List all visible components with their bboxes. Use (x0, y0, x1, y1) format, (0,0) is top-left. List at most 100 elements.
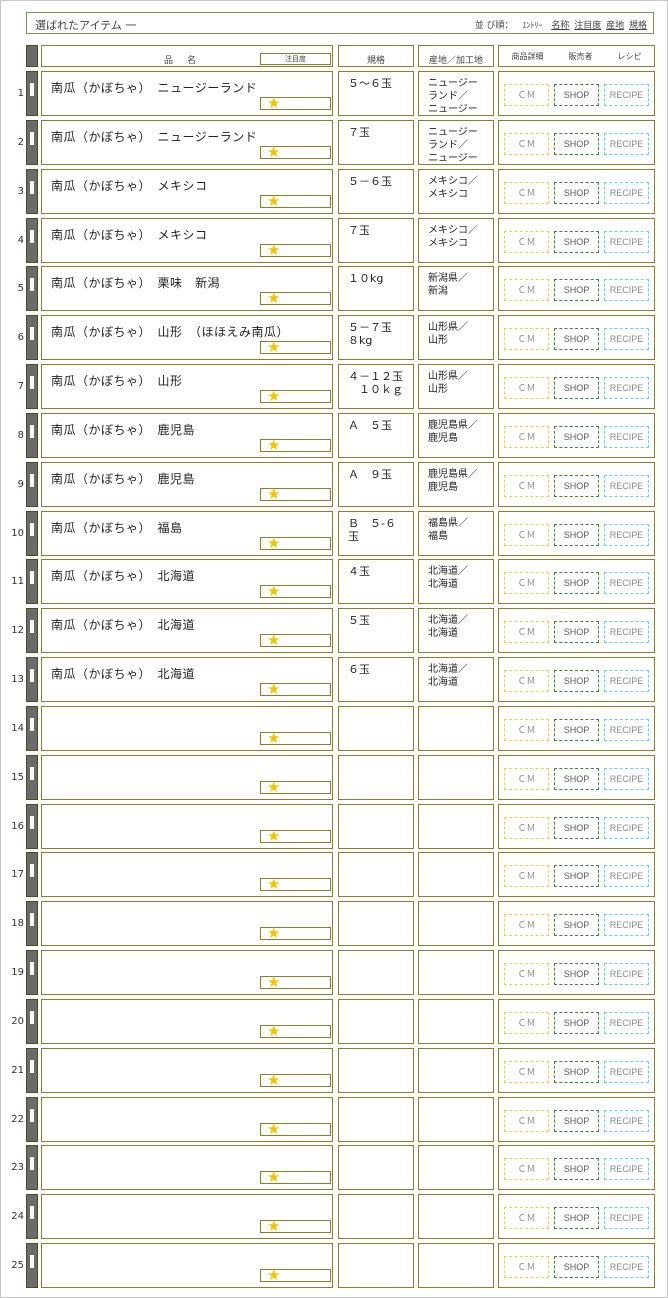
recipe-button[interactable]: RECIPE (604, 133, 649, 155)
recipe-button[interactable]: RECIPE (604, 1061, 649, 1083)
shop-button[interactable]: SHOP (554, 719, 599, 741)
row-handle-icon[interactable] (26, 120, 38, 165)
recipe-button[interactable]: RECIPE (604, 182, 649, 204)
row-handle-icon[interactable] (26, 901, 38, 946)
shop-button[interactable]: SHOP (554, 670, 599, 692)
attention-rating[interactable]: ★ (260, 339, 331, 356)
row-handle-icon[interactable] (26, 559, 38, 604)
shop-button[interactable]: SHOP (554, 133, 599, 155)
shop-button[interactable]: SHOP (554, 1110, 599, 1132)
recipe-button[interactable]: RECIPE (604, 963, 649, 985)
row-handle-icon[interactable] (26, 462, 38, 507)
row-handle-icon[interactable] (26, 266, 38, 311)
attention-rating[interactable]: ★ (260, 925, 331, 942)
recipe-button[interactable]: RECIPE (604, 719, 649, 741)
shop-button[interactable]: SHOP (554, 621, 599, 643)
recipe-button[interactable]: RECIPE (604, 328, 649, 350)
row-handle-icon[interactable] (26, 511, 38, 556)
recipe-button[interactable]: RECIPE (604, 914, 649, 936)
recipe-button[interactable]: RECIPE (604, 1110, 649, 1132)
cm-button[interactable]: ＣＭ (504, 182, 549, 204)
row-handle-icon[interactable] (26, 999, 38, 1044)
attention-rating[interactable]: ★ (260, 779, 331, 796)
shop-button[interactable]: SHOP (554, 182, 599, 204)
attention-rating[interactable]: ★ (260, 535, 331, 552)
recipe-button[interactable]: RECIPE (604, 1207, 649, 1229)
row-handle-icon[interactable] (26, 852, 38, 897)
attention-rating[interactable]: ★ (260, 730, 331, 747)
attention-rating[interactable]: ★ (260, 1169, 331, 1186)
cm-button[interactable]: ＣＭ (504, 914, 549, 936)
attention-rating[interactable]: ★ (260, 828, 331, 845)
recipe-button[interactable]: RECIPE (604, 524, 649, 546)
cm-button[interactable]: ＣＭ (504, 1207, 549, 1229)
cm-button[interactable]: ＣＭ (504, 768, 549, 790)
header-attention-label[interactable]: 注目度 (260, 53, 331, 65)
cm-button[interactable]: ＣＭ (504, 621, 549, 643)
shop-button[interactable]: SHOP (554, 1158, 599, 1180)
recipe-button[interactable]: RECIPE (604, 231, 649, 253)
sort-by-spec-link[interactable]: 規格 (629, 21, 647, 31)
row-handle-icon[interactable] (26, 706, 38, 751)
cm-button[interactable]: ＣＭ (504, 133, 549, 155)
row-handle-icon[interactable] (26, 218, 38, 263)
cm-button[interactable]: ＣＭ (504, 279, 549, 301)
row-handle-icon[interactable] (26, 1097, 38, 1142)
recipe-button[interactable]: RECIPE (604, 572, 649, 594)
shop-button[interactable]: SHOP (554, 1207, 599, 1229)
recipe-button[interactable]: RECIPE (604, 1256, 649, 1278)
cm-button[interactable]: ＣＭ (504, 1061, 549, 1083)
recipe-button[interactable]: RECIPE (604, 670, 649, 692)
shop-button[interactable]: SHOP (554, 1012, 599, 1034)
attention-rating[interactable]: ★ (260, 1121, 331, 1138)
row-handle-icon[interactable] (26, 71, 38, 116)
shop-button[interactable]: SHOP (554, 279, 599, 301)
cm-button[interactable]: ＣＭ (504, 865, 549, 887)
attention-rating[interactable]: ★ (260, 193, 331, 210)
recipe-button[interactable]: RECIPE (604, 768, 649, 790)
shop-button[interactable]: SHOP (554, 572, 599, 594)
row-handle-icon[interactable] (26, 1048, 38, 1093)
row-handle-icon[interactable] (26, 657, 38, 702)
attention-rating[interactable]: ★ (260, 95, 331, 112)
shop-button[interactable]: SHOP (554, 1061, 599, 1083)
shop-button[interactable]: SHOP (554, 84, 599, 106)
shop-button[interactable]: SHOP (554, 768, 599, 790)
cm-button[interactable]: ＣＭ (504, 84, 549, 106)
cm-button[interactable]: ＣＭ (504, 231, 549, 253)
attention-rating[interactable]: ★ (260, 290, 331, 307)
recipe-button[interactable]: RECIPE (604, 865, 649, 887)
cm-button[interactable]: ＣＭ (504, 670, 549, 692)
shop-button[interactable]: SHOP (554, 231, 599, 253)
shop-button[interactable]: SHOP (554, 817, 599, 839)
shop-button[interactable]: SHOP (554, 865, 599, 887)
attention-rating[interactable]: ★ (260, 632, 331, 649)
row-handle-icon[interactable] (26, 1194, 38, 1239)
sort-by-name-link[interactable]: 名称 (551, 21, 569, 31)
cm-button[interactable]: ＣＭ (504, 1158, 549, 1180)
attention-rating[interactable]: ★ (260, 1072, 331, 1089)
sort-entry[interactable]: ｴﾝﾄﾘｰ (522, 21, 542, 30)
shop-button[interactable]: SHOP (554, 475, 599, 497)
attention-rating[interactable]: ★ (260, 144, 331, 161)
attention-rating[interactable]: ★ (260, 681, 331, 698)
row-handle-icon[interactable] (26, 413, 38, 458)
recipe-button[interactable]: RECIPE (604, 475, 649, 497)
attention-rating[interactable]: ★ (260, 583, 331, 600)
row-handle-icon[interactable] (26, 755, 38, 800)
row-handle-icon[interactable] (26, 315, 38, 360)
row-handle-icon[interactable] (26, 1145, 38, 1190)
attention-rating[interactable]: ★ (260, 974, 331, 991)
cm-button[interactable]: ＣＭ (504, 475, 549, 497)
cm-button[interactable]: ＣＭ (504, 719, 549, 741)
recipe-button[interactable]: RECIPE (604, 84, 649, 106)
attention-rating[interactable]: ★ (260, 1267, 331, 1284)
shop-button[interactable]: SHOP (554, 524, 599, 546)
cm-button[interactable]: ＣＭ (504, 426, 549, 448)
attention-rating[interactable]: ★ (260, 437, 331, 454)
cm-button[interactable]: ＣＭ (504, 817, 549, 839)
cm-button[interactable]: ＣＭ (504, 377, 549, 399)
cm-button[interactable]: ＣＭ (504, 524, 549, 546)
row-handle-icon[interactable] (26, 804, 38, 849)
recipe-button[interactable]: RECIPE (604, 1158, 649, 1180)
